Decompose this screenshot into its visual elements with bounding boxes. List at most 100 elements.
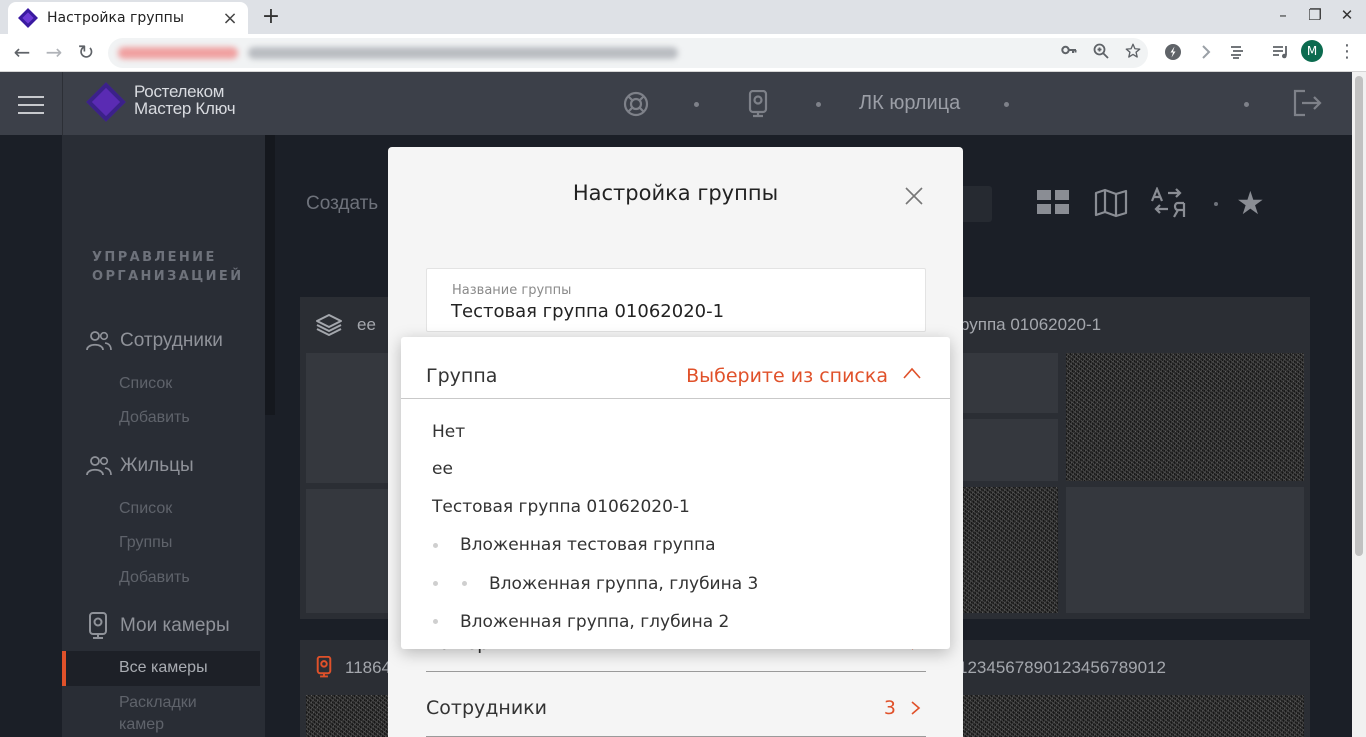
camera-tile[interactable] (963, 419, 1058, 481)
window-close-button[interactable]: ✕ (1337, 6, 1357, 24)
modal-title: Настройка группы (572, 181, 779, 205)
residents-icon (86, 456, 112, 476)
nesting-bullet (433, 543, 438, 548)
employees-icon (86, 331, 112, 351)
key-icon[interactable] (1058, 42, 1080, 58)
brand-logo-text[interactable]: Ростелеком Мастер Ключ (134, 82, 236, 117)
support-lifebuoy-icon[interactable] (623, 91, 649, 117)
window-minimize-button[interactable]: – (1273, 6, 1293, 24)
sidebar-item-residents-add[interactable]: Добавить (119, 569, 190, 587)
group-card-title: руппа 01062020-1 (960, 315, 1102, 334)
chevron-up-icon[interactable] (902, 366, 922, 380)
dropdown-option[interactable]: ее (432, 459, 453, 479)
page-scrollbar-thumb[interactable] (1355, 76, 1363, 556)
group-name-value[interactable]: Тестовая группа 01062020-1 (451, 301, 724, 322)
sidebar-section-label: Мои камеры (120, 615, 230, 636)
group-card[interactable]: руппа 01062020-1 (940, 297, 1310, 619)
tab-title: Настройка группы (47, 10, 184, 26)
sidebar-item-all-cameras-label[interactable]: Все камеры (119, 659, 208, 677)
logo-line-1: Ростелеком (134, 82, 225, 101)
parent-group-label: Группа (426, 365, 498, 387)
sidebar-shadow-strip (265, 135, 275, 415)
camera-status-icon (316, 656, 332, 678)
browser-tabstrip: Настройка группы × + – ❐ ✕ (0, 0, 1366, 34)
address-bar[interactable] (108, 38, 1148, 68)
camera-tile[interactable] (1066, 487, 1304, 613)
modal-close-icon[interactable] (903, 185, 925, 207)
camera-preview[interactable] (963, 487, 1058, 613)
tab-close-icon[interactable]: × (222, 8, 238, 29)
zoom-icon[interactable] (1090, 42, 1112, 60)
app-header: Ростелеком Мастер Ключ ЛК юрлица (0, 72, 1352, 135)
header-separator-dot (694, 102, 699, 107)
map-view-icon[interactable] (1094, 187, 1128, 219)
favorites-star-icon[interactable]: ★ (1236, 186, 1265, 220)
camera-card-title: 1234567890123456789012 (958, 658, 1167, 677)
dropdown-option-none[interactable]: Нет (432, 422, 465, 442)
dropdown-option[interactable]: Тестовая группа 01062020-1 (432, 497, 690, 517)
camera-preview[interactable] (963, 695, 1304, 737)
parent-group-dropdown: Группа Выберите из списка Нет ее Тестова… (401, 337, 950, 649)
sidebar (62, 135, 265, 737)
camera-preview[interactable] (306, 695, 396, 737)
sidebar-section-cameras[interactable]: Мои камеры (86, 612, 230, 640)
bookmark-star-icon[interactable] (1122, 42, 1144, 60)
nesting-bullet (433, 619, 438, 624)
sidebar-heading: УПРАВЛЕНИЕ ОРГАНИЗАЦИЕЙ (92, 248, 243, 286)
header-divider (62, 72, 63, 135)
sidebar-section-employees[interactable]: Сотрудники (86, 330, 223, 352)
group-card-title: ее (357, 315, 376, 334)
account-link[interactable]: ЛК юрлица (859, 92, 960, 115)
header-separator-dot (1244, 102, 1249, 107)
site-favicon-icon (18, 8, 38, 28)
nesting-bullet (433, 581, 438, 586)
parent-group-placeholder[interactable]: Выберите из списка (686, 365, 888, 387)
employees-row[interactable]: Сотрудники 3 (426, 673, 926, 737)
extension-arrow-icon[interactable] (1195, 44, 1217, 60)
group-name-field[interactable]: Название группы Тестовая группа 01062020… (426, 268, 926, 332)
profile-avatar[interactable]: M (1301, 40, 1323, 62)
logout-icon[interactable] (1292, 88, 1322, 118)
reload-button[interactable]: ↻ (74, 40, 98, 64)
header-separator-dot (816, 102, 821, 107)
sidebar-item-camera-layouts[interactable]: Раскладки (119, 694, 197, 712)
grid-view-icon[interactable] (1036, 187, 1070, 219)
media-control-icon[interactable] (1270, 44, 1292, 60)
rostelecom-logo-icon (86, 82, 126, 122)
header-separator-dot (1004, 102, 1009, 107)
sidebar-item-residents-groups[interactable]: Группы (119, 534, 172, 552)
dropdown-option-nested[interactable]: Вложенная группа, глубина 3 (489, 574, 758, 594)
reading-list-icon[interactable] (1226, 44, 1248, 60)
sort-alphabet-icon[interactable] (1150, 187, 1186, 219)
parent-group-select[interactable]: Группа Выберите из списка (401, 337, 950, 399)
sidebar-item-residents-list[interactable]: Список (119, 500, 172, 518)
window-maximize-button[interactable]: ❐ (1305, 6, 1325, 24)
forward-button[interactable]: → (42, 40, 66, 64)
browser-toolbar: ← → ↻ (0, 34, 1366, 72)
new-tab-button[interactable]: + (260, 4, 282, 29)
camera-tile[interactable] (963, 353, 1058, 413)
group-name-label: Название группы (452, 283, 572, 298)
camera-preview[interactable] (1066, 353, 1304, 481)
browser-menu-icon[interactable]: ⋮ (1338, 41, 1356, 62)
layers-icon (316, 314, 342, 336)
hamburger-menu-icon[interactable] (18, 96, 44, 114)
camera-tile[interactable] (306, 353, 396, 483)
extension-icon[interactable] (1162, 43, 1184, 61)
nesting-bullet (462, 581, 467, 586)
back-button[interactable]: ← (10, 40, 34, 64)
sidebar-item-employees-add[interactable]: Добавить (119, 409, 190, 427)
camera-card[interactable]: 1234567890123456789012 (940, 640, 1310, 737)
camera-card-title: 11864 (345, 658, 392, 677)
intercom-camera-icon[interactable] (748, 90, 768, 118)
browser-tab[interactable]: Настройка группы × (8, 2, 248, 34)
create-button[interactable]: Создать (306, 193, 378, 215)
url-text-blurred (248, 47, 678, 59)
camera-tile[interactable] (306, 489, 396, 613)
dropdown-option-nested[interactable]: Вложенная группа, глубина 2 (460, 612, 729, 632)
sidebar-item-employees-list[interactable]: Список (119, 375, 172, 393)
dropdown-option-nested[interactable]: Вложенная тестовая группа (460, 535, 716, 555)
sidebar-section-residents[interactable]: Жильцы (86, 455, 194, 477)
sidebar-item-camera-layouts-line2[interactable]: камер (119, 716, 164, 734)
sidebar-section-label: Жильцы (120, 455, 194, 476)
